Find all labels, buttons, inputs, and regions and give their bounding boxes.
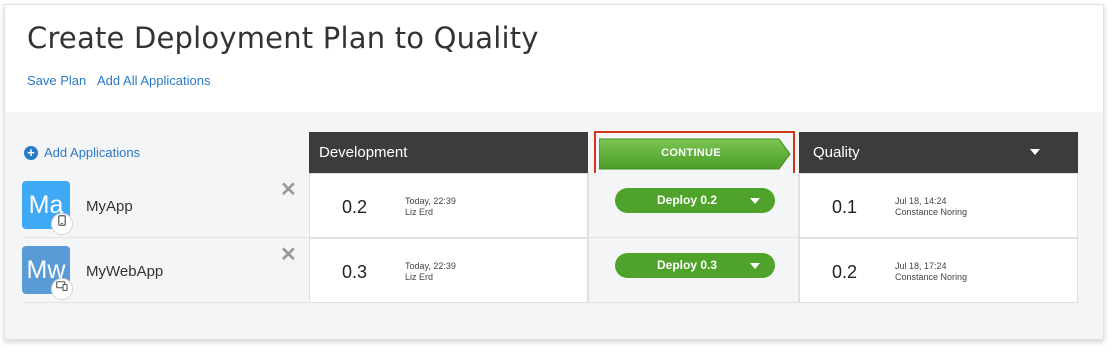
qa-user: Constance Noring	[895, 207, 968, 217]
qa-user: Constance Noring	[895, 272, 968, 282]
chevron-down-icon[interactable]	[750, 263, 760, 269]
add-applications-label: Add Applications	[44, 145, 141, 160]
target-version-cell: 0.2 Jul 18, 17:24 Constance Noring	[799, 238, 1078, 303]
app-name[interactable]: MyWebApp	[86, 263, 163, 280]
target-version-cell: 0.1 Jul 18, 14:24 Constance Noring	[799, 173, 1078, 238]
dev-user: Liz Erd	[405, 207, 434, 217]
dev-user: Liz Erd	[405, 272, 434, 282]
deploy-button[interactable]: Deploy 0.2	[615, 188, 775, 213]
remove-app-icon[interactable]: ✕	[280, 245, 297, 265]
add-all-applications-link[interactable]: Add All Applications	[97, 73, 210, 88]
source-version-cell: 0.2 Today, 22:39 Liz Erd	[309, 173, 588, 238]
dev-timestamp: Today, 22:39	[405, 196, 456, 206]
continue-highlight: CONTINUE	[594, 131, 795, 176]
dev-version-meta: Today, 22:39 Liz Erd	[405, 261, 456, 283]
qa-timestamp: Jul 18, 14:24	[895, 196, 947, 206]
deploy-cell: Deploy 0.2	[588, 173, 799, 238]
qa-timestamp: Jul 18, 17:24	[895, 261, 947, 271]
app-name[interactable]: MyApp	[86, 198, 133, 215]
page-title: Create Deployment Plan to Quality	[27, 21, 539, 55]
dev-version-meta: Today, 22:39 Liz Erd	[405, 196, 456, 218]
continue-button[interactable]: CONTINUE	[596, 138, 786, 169]
save-plan-link[interactable]: Save Plan	[27, 73, 86, 88]
qa-version-meta: Jul 18, 14:24 Constance Noring	[895, 196, 967, 218]
remove-app-icon[interactable]: ✕	[280, 180, 297, 200]
deploy-cell: Deploy 0.3	[588, 238, 799, 303]
dev-version: 0.2	[342, 197, 368, 217]
chevron-down-icon[interactable]	[1030, 149, 1040, 155]
qa-version: 0.1	[832, 197, 858, 217]
source-version-cell: 0.3 Today, 22:39 Liz Erd	[309, 238, 588, 303]
target-environment-header[interactable]: Quality	[799, 132, 1078, 173]
deploy-button[interactable]: Deploy 0.3	[615, 253, 775, 278]
deploy-label: Deploy 0.3	[656, 258, 718, 272]
responsive-devices-icon	[51, 278, 73, 300]
page-header: Create Deployment Plan to Quality Save P…	[5, 5, 1103, 112]
dev-version: 0.3	[342, 262, 368, 282]
application-row: Ma MyApp ✕	[22, 174, 308, 238]
add-applications-link[interactable]: + Add Applications	[24, 145, 140, 160]
deploy-label: Deploy 0.2	[656, 193, 718, 207]
mobile-icon	[51, 213, 73, 235]
dev-timestamp: Today, 22:39	[405, 261, 456, 271]
source-environment-header: Development	[309, 132, 588, 173]
qa-version: 0.2	[832, 262, 858, 282]
application-row: Mw MyWebApp ✕	[22, 239, 308, 303]
plus-circle-icon: +	[24, 145, 38, 160]
target-environment-label: Quality	[813, 144, 860, 161]
qa-version-meta: Jul 18, 17:24 Constance Noring	[895, 261, 967, 283]
chevron-down-icon[interactable]	[750, 198, 760, 204]
